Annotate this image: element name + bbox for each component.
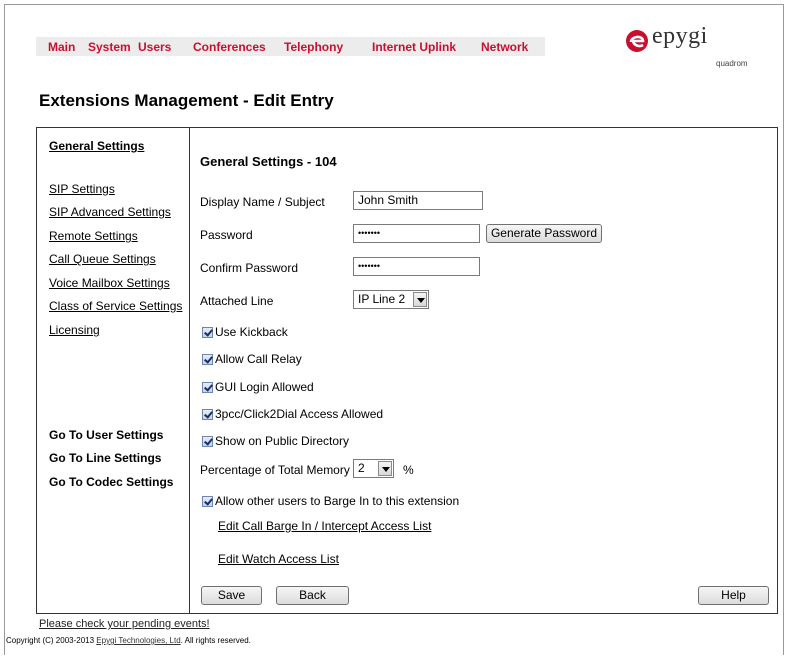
- logo-text: epygi: [652, 23, 708, 49]
- click2dial-access-checkbox[interactable]: 3pcc/Click2Dial Access Allowed: [202, 407, 383, 421]
- nav-telephony[interactable]: Telephony: [284, 40, 343, 54]
- allow-barge-in-checkbox[interactable]: Allow other users to Barge In to this ex…: [202, 494, 459, 508]
- generate-password-button[interactable]: Generate Password: [486, 224, 602, 243]
- allow-barge-in-label: Allow other users to Barge In to this ex…: [215, 494, 460, 508]
- edit-entry-panel: General Settings SIP Settings SIP Advanc…: [36, 127, 778, 614]
- general-settings-form: General Settings - 104 Display Name / Su…: [190, 128, 777, 613]
- nav-main[interactable]: Main: [48, 40, 75, 54]
- pending-events-link[interactable]: Please check your pending events!: [39, 618, 210, 630]
- goto-user-settings-link[interactable]: Go To User Settings: [49, 428, 163, 442]
- help-button[interactable]: Help: [698, 586, 769, 605]
- sidebar-item-general-settings[interactable]: General Settings: [49, 139, 144, 153]
- logo-subtext: quadrom: [716, 59, 748, 68]
- sidebar-item-voice-mailbox-settings[interactable]: Voice Mailbox Settings: [49, 276, 170, 290]
- memory-percentage-value: 2: [358, 461, 365, 475]
- sidebar-item-class-of-service-settings[interactable]: Class of Service Settings: [49, 299, 182, 313]
- checkbox-checked-icon[interactable]: [202, 326, 213, 338]
- gui-login-allowed-label: GUI Login Allowed: [215, 380, 314, 394]
- memory-unit-label: %: [403, 463, 414, 477]
- allow-call-relay-checkbox[interactable]: Allow Call Relay: [202, 352, 302, 366]
- nav-network[interactable]: Network: [481, 40, 528, 54]
- display-name-input[interactable]: John Smith: [353, 191, 483, 210]
- save-button[interactable]: Save: [201, 586, 262, 605]
- click2dial-access-label: 3pcc/Click2Dial Access Allowed: [215, 407, 384, 421]
- public-directory-checkbox[interactable]: Show on Public Directory: [202, 434, 349, 448]
- nav-conferences[interactable]: Conferences: [193, 40, 266, 54]
- nav-internet-uplink[interactable]: Internet Uplink: [372, 40, 456, 54]
- password-label: Password: [200, 228, 253, 242]
- sidebar-item-call-queue-settings[interactable]: Call Queue Settings: [49, 252, 156, 266]
- sidebar-item-remote-settings[interactable]: Remote Settings: [49, 229, 138, 243]
- checkbox-checked-icon[interactable]: [202, 435, 213, 447]
- edit-call-barge-in-link[interactable]: Edit Call Barge In / Intercept Access Li…: [218, 519, 431, 533]
- epygi-logo-icon: [626, 30, 648, 52]
- confirm-password-label: Confirm Password: [200, 261, 299, 275]
- memory-percentage-label: Percentage of Total Memory: [200, 463, 350, 477]
- attached-line-select[interactable]: IP Line 2: [353, 290, 429, 309]
- sidebar-item-licensing[interactable]: Licensing: [49, 323, 100, 337]
- copyright-prefix: Copyright (C) 2003-2013: [6, 636, 97, 645]
- checkbox-checked-icon[interactable]: [202, 495, 213, 507]
- copyright: Copyright (C) 2003-2013 Epygi Technologi…: [6, 636, 251, 645]
- checkbox-checked-icon[interactable]: [202, 408, 213, 420]
- page-title: Extensions Management - Edit Entry: [39, 91, 334, 110]
- attached-line-value: IP Line 2: [358, 292, 406, 306]
- checkbox-checked-icon[interactable]: [202, 353, 213, 365]
- sidebar-item-sip-advanced-settings[interactable]: SIP Advanced Settings: [49, 205, 171, 219]
- back-button[interactable]: Back: [276, 586, 349, 605]
- password-input[interactable]: •••••••: [353, 224, 480, 243]
- display-name-label: Display Name / Subject: [200, 195, 325, 209]
- public-directory-label: Show on Public Directory: [215, 434, 350, 448]
- use-kickback-label: Use Kickback: [215, 325, 288, 339]
- chevron-down-icon[interactable]: [378, 461, 392, 476]
- section-title: General Settings - 104: [200, 154, 337, 169]
- allow-call-relay-label: Allow Call Relay: [215, 352, 302, 366]
- goto-line-settings-link[interactable]: Go To Line Settings: [49, 451, 161, 465]
- use-kickback-checkbox[interactable]: Use Kickback: [202, 325, 288, 339]
- copyright-suffix: . All rights reserved.: [180, 636, 251, 645]
- nav-users[interactable]: Users: [138, 40, 171, 54]
- checkbox-checked-icon[interactable]: [202, 381, 213, 393]
- edit-watch-access-link[interactable]: Edit Watch Access List: [218, 552, 339, 566]
- nav-system[interactable]: System: [88, 40, 131, 54]
- gui-login-allowed-checkbox[interactable]: GUI Login Allowed: [202, 380, 314, 394]
- confirm-password-input[interactable]: •••••••: [353, 257, 480, 276]
- attached-line-label: Attached Line: [200, 294, 274, 308]
- chevron-down-icon[interactable]: [413, 292, 427, 307]
- epygi-logo: epygi quadrom: [624, 23, 754, 71]
- copyright-company-link[interactable]: Epygi Technologies, Ltd: [96, 636, 180, 645]
- sidebar-item-sip-settings[interactable]: SIP Settings: [49, 182, 115, 196]
- top-navigation: Main System Users Conferences Telephony …: [36, 37, 545, 56]
- sidebar: General Settings SIP Settings SIP Advanc…: [37, 128, 190, 613]
- goto-codec-settings-link[interactable]: Go To Codec Settings: [49, 475, 173, 489]
- memory-percentage-select[interactable]: 2: [353, 459, 394, 478]
